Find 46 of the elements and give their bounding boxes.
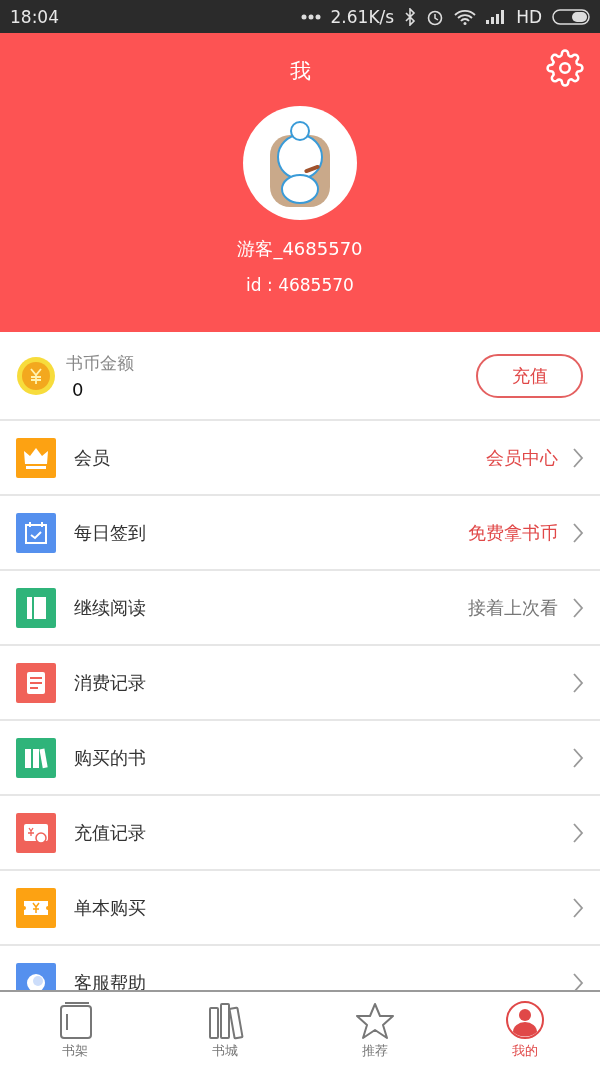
chevron-icon	[572, 821, 584, 844]
chevron-icon	[572, 521, 584, 544]
more-icon	[300, 13, 321, 20]
menu-hint: 会员中心	[486, 445, 558, 470]
nav-tab[interactable]: 我的	[450, 992, 600, 1067]
menu-row[interactable]: 每日签到 免费拿书币	[0, 496, 600, 571]
chevron-icon	[572, 671, 584, 694]
menu-hint: 免费拿书币	[468, 520, 558, 545]
nav-tab[interactable]: 推荐	[300, 992, 450, 1067]
chevron-icon	[572, 446, 584, 469]
menu-row[interactable]: 继续阅读 接着上次看	[0, 571, 600, 646]
balance-value: 0	[72, 378, 85, 400]
menu-row[interactable]: 购买的书	[0, 721, 600, 796]
menu-label: 充值记录	[74, 820, 147, 845]
nav-tab[interactable]: 书城	[150, 992, 300, 1067]
chevron-icon	[572, 746, 584, 769]
wifi-icon	[454, 8, 477, 25]
balance-label: 书币金额	[66, 351, 135, 375]
menu-label: 每日签到	[74, 520, 147, 545]
menu-label: 继续阅读	[74, 595, 147, 620]
user-icon	[505, 1000, 545, 1040]
menu-label: 会员	[74, 445, 111, 470]
chevron-icon	[572, 896, 584, 919]
menu-hint: 接着上次看	[468, 595, 558, 620]
chevron-icon	[572, 596, 584, 619]
menu-row[interactable]: 单本购买	[0, 871, 600, 946]
network-speed: 2.61K/s	[330, 6, 395, 27]
menu-row[interactable]: 会员 会员中心	[0, 421, 600, 496]
username: 游客_4685570	[237, 237, 363, 261]
menu-label: 单本购买	[74, 895, 147, 920]
nav-tab[interactable]: 书架	[0, 992, 150, 1067]
recharge-button[interactable]: 充值	[476, 353, 583, 398]
battery-icon	[552, 8, 590, 25]
menu-row[interactable]: 消费记录	[0, 646, 600, 721]
menu-label: 消费记录	[74, 670, 147, 695]
menu-row[interactable]: 充值记录	[0, 796, 600, 871]
signal-icon	[486, 9, 507, 24]
user-id: id : 4685570	[246, 275, 354, 295]
status-time: 18:04	[10, 6, 59, 27]
network-type: HD	[516, 6, 542, 27]
settings-icon[interactable]	[546, 49, 584, 87]
menu-label: 购买的书	[74, 745, 147, 770]
page-title: 我	[289, 58, 311, 85]
bluetooth-icon	[404, 7, 417, 26]
star-icon	[355, 1000, 395, 1040]
coin-icon	[16, 355, 56, 396]
